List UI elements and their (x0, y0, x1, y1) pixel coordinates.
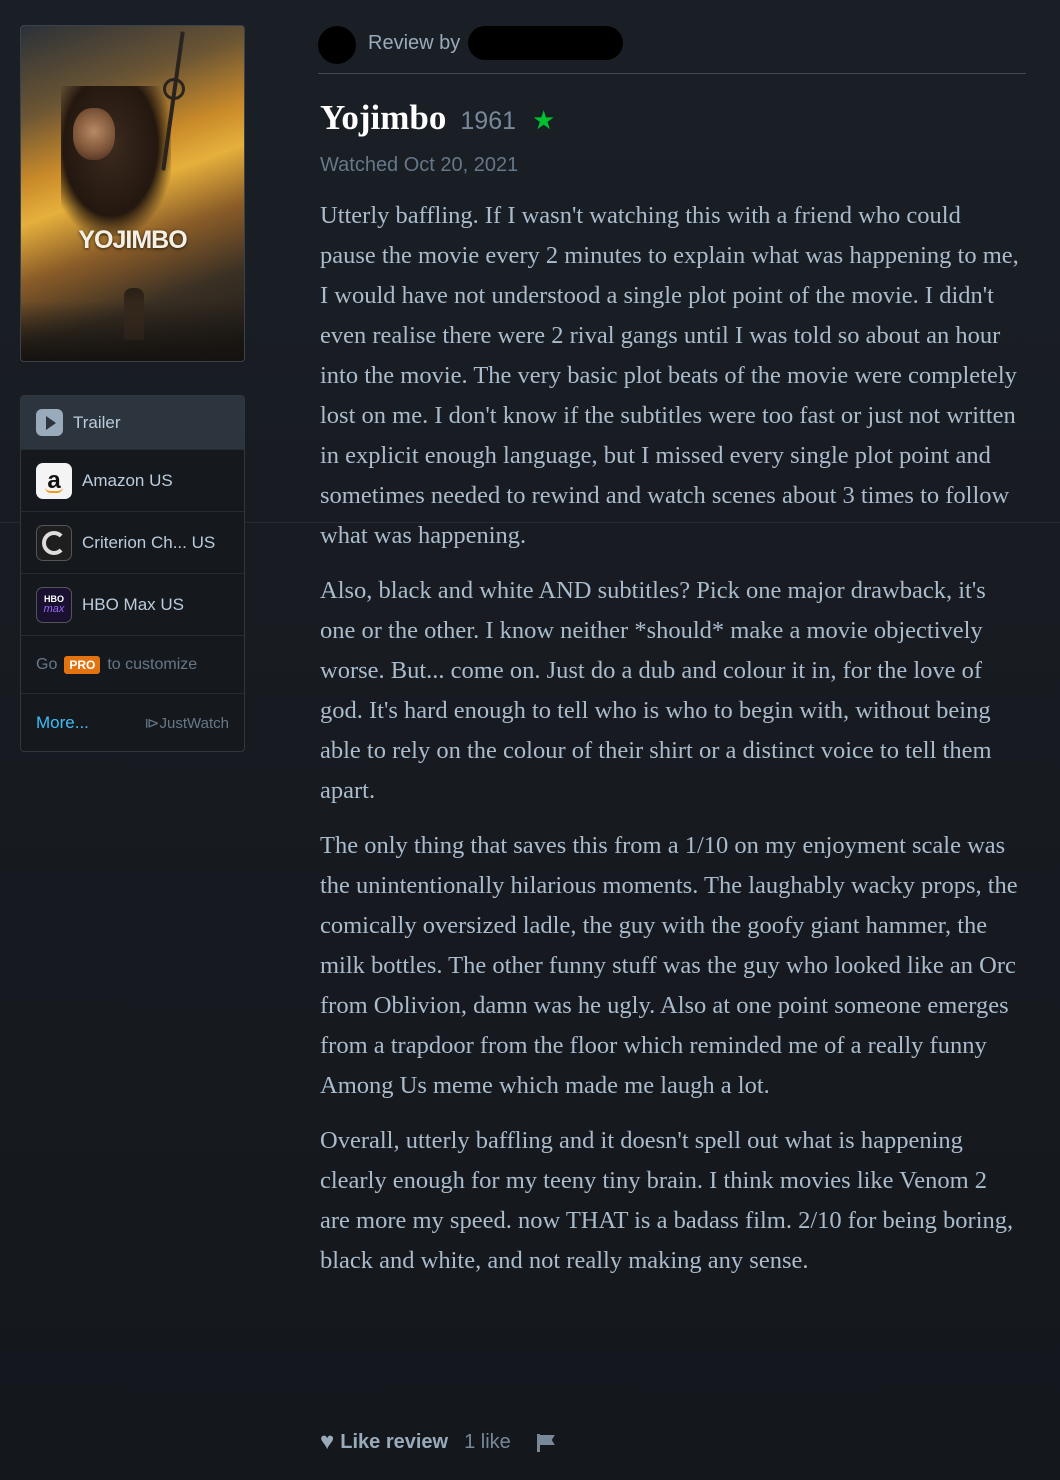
flag-icon[interactable] (535, 1432, 557, 1452)
play-icon (36, 409, 63, 436)
go-suffix: to customize (107, 655, 198, 673)
hbo-max-icon: HBO max (36, 586, 72, 623)
review-paragraph: Utterly baffling. If I wasn't watching t… (320, 202, 1019, 549)
review-header: Review by (318, 24, 1026, 74)
flag-cloth (539, 1435, 555, 1445)
justwatch-label: JustWatch (159, 715, 229, 732)
reviewer-avatar[interactable] (318, 26, 356, 64)
reviewer-name-redacted[interactable] (468, 26, 624, 60)
service-criterion[interactable]: Criterion Ch... US (21, 512, 244, 574)
more-row: More... ⧐JustWatch (21, 694, 244, 751)
review-paragraph: The only thing that saves this from a 1/… (320, 832, 1018, 1099)
service-name: Amazon US (82, 470, 173, 490)
poster-ground (21, 301, 244, 361)
poster-title-text: YOJIMBO (78, 226, 187, 254)
service-name: Criterion Ch... US (82, 532, 216, 552)
where-to-watch-panel: Trailer a Amazon US Criterion Ch... US H… (20, 395, 245, 752)
trailer-label: Trailer (73, 412, 121, 432)
service-hbo-max[interactable]: HBO max HBO Max US (21, 574, 244, 636)
film-title[interactable]: Yojimbo (320, 98, 446, 138)
rating-star-icon: ★ (532, 105, 556, 135)
review-body: Utterly baffling. If I wasn't watching t… (320, 196, 1020, 1296)
watched-date: Watched Oct 20, 2021 (320, 154, 519, 176)
hbo-icon-bottom: max (43, 602, 65, 615)
amazon-smile-mark (45, 487, 63, 493)
review-paragraph: Also, black and white AND subtitles? Pic… (320, 577, 992, 804)
flag-pole (536, 1434, 540, 1452)
justwatch-credit[interactable]: ⧐JustWatch (145, 714, 229, 732)
pro-badge: PRO (64, 655, 101, 674)
go-prefix: Go (36, 655, 58, 673)
criterion-c-mark (42, 530, 66, 555)
poster-face (73, 108, 115, 160)
trailer-button[interactable]: Trailer (21, 396, 244, 450)
service-name: HBO Max US (82, 594, 185, 614)
amazon-icon: a (36, 462, 72, 499)
poster-sword-guard (163, 78, 185, 100)
review-paragraph: Overall, utterly baffling and it doesn't… (320, 1127, 1014, 1274)
criterion-icon (36, 524, 72, 561)
film-poster[interactable]: YOJIMBO (20, 25, 245, 362)
go-pro-customize[interactable]: Go PRO to customize (21, 636, 244, 694)
review-actions: ♥ Like review 1 like (320, 1430, 557, 1454)
justwatch-icon: ⧐ (144, 715, 160, 732)
like-review-button[interactable]: Like review (340, 1431, 448, 1454)
more-services-link[interactable]: More... (36, 713, 89, 733)
poster-warrior (61, 86, 171, 236)
heart-icon[interactable]: ♥ (320, 1430, 334, 1454)
film-title-row: Yojimbo 1961 ★ (320, 98, 555, 138)
like-count[interactable]: 1 like (464, 1431, 511, 1454)
review-by-label: Review by (368, 32, 461, 54)
film-year[interactable]: 1961 (460, 107, 516, 136)
service-amazon[interactable]: a Amazon US (21, 450, 244, 512)
